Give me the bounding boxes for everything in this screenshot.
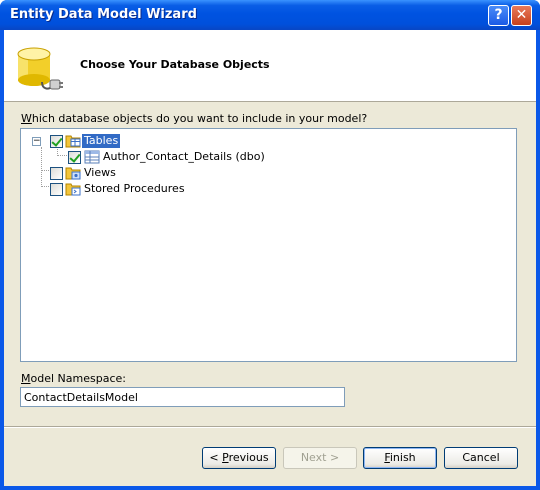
- wizard-header: Choose Your Database Objects: [4, 30, 536, 102]
- database-plug-icon: [17, 47, 63, 90]
- help-button[interactable]: ?: [488, 5, 509, 26]
- tree-item-stored-procedures[interactable]: Stored Procedures: [21, 181, 241, 197]
- database-objects-tree[interactable]: − Tables Author_Contact_Details (dbo) Vi…: [20, 128, 517, 362]
- tree-item-label[interactable]: Views: [82, 166, 118, 180]
- question-accel: W: [21, 112, 32, 125]
- previous-button[interactable]: < Previous: [202, 447, 276, 469]
- previous-rest: revious: [228, 451, 269, 464]
- cancel-button[interactable]: Cancel: [444, 447, 518, 469]
- model-namespace-label: Model Namespace:: [21, 372, 126, 385]
- question-text: hich database objects do you want to inc…: [31, 112, 368, 125]
- next-button[interactable]: Next >: [283, 447, 357, 469]
- tree-item-label[interactable]: Stored Procedures: [82, 182, 187, 196]
- namespace-accel: M: [21, 372, 31, 385]
- tree-item-author-contact-details[interactable]: Author_Contact_Details (dbo): [21, 149, 281, 165]
- dialog-body: Choose Your Database Objects Which datab…: [4, 30, 536, 486]
- table-icon: [84, 150, 100, 164]
- question-label: Which database objects do you want to in…: [21, 112, 367, 125]
- title-bar[interactable]: Entity Data Model Wizard ? ✕: [0, 0, 540, 30]
- namespace-label-text: odel Namespace:: [30, 372, 126, 385]
- collapse-toggle[interactable]: −: [32, 137, 41, 146]
- tables-checkbox[interactable]: [50, 135, 63, 148]
- views-checkbox[interactable]: [50, 167, 63, 180]
- close-button[interactable]: ✕: [511, 5, 532, 26]
- tree-item-tables[interactable]: − Tables: [21, 133, 221, 149]
- previous-prefix: <: [209, 451, 223, 464]
- stored-procedures-checkbox[interactable]: [50, 183, 63, 196]
- finish-rest: inish: [389, 451, 416, 464]
- wizard-window: Entity Data Model Wizard ? ✕ Choose Your…: [0, 0, 540, 490]
- tree-item-label[interactable]: Author_Contact_Details (dbo): [101, 150, 267, 164]
- divider: [4, 427, 536, 428]
- model-namespace-input[interactable]: [20, 387, 345, 407]
- tree-item-label[interactable]: Tables: [82, 134, 121, 148]
- window-title: Entity Data Model Wizard: [10, 7, 197, 22]
- tables-icon: [65, 135, 81, 148]
- page-title: Choose Your Database Objects: [80, 58, 270, 71]
- views-icon: [65, 167, 81, 180]
- stored-procedures-icon: [65, 183, 81, 196]
- tree-item-views[interactable]: Views: [21, 165, 221, 181]
- finish-button[interactable]: Finish: [363, 447, 437, 469]
- author-contact-details-checkbox[interactable]: [68, 151, 81, 164]
